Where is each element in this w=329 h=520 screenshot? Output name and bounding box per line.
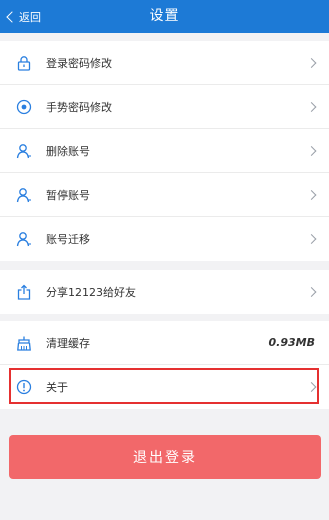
logout-button[interactable]: 退出登录 <box>9 435 321 479</box>
user-icon <box>15 142 33 160</box>
user-icon <box>15 230 33 248</box>
row-label: 删除账号 <box>46 144 90 158</box>
security-settings-group: 登录密码修改 手势密码修改 删除账号 暂停账号 账号迁移 <box>0 41 329 261</box>
chevron-right-icon <box>306 234 317 244</box>
row-pause-account[interactable]: 暂停账号 <box>0 173 329 217</box>
chevron-right-icon <box>306 101 317 112</box>
row-share-app[interactable]: 分享12123给好友 <box>0 270 329 314</box>
row-clear-cache[interactable]: 清理缓存 0.93MB <box>0 321 329 365</box>
row-login-password-change[interactable]: 登录密码修改 <box>0 41 329 85</box>
share-group: 分享12123给好友 <box>0 270 329 314</box>
about-highlight-box <box>9 368 319 404</box>
chevron-right-icon <box>306 145 317 156</box>
lock-icon <box>15 54 33 72</box>
row-label: 手势密码修改 <box>46 100 112 114</box>
title-bar: 返回 设置 <box>0 0 329 33</box>
page-title: 设置 <box>149 8 180 24</box>
row-label: 登录密码修改 <box>46 56 112 70</box>
chevron-right-icon <box>306 189 317 200</box>
cache-size-value: 0.93MB <box>268 336 315 349</box>
row-label: 分享12123给好友 <box>46 286 136 299</box>
row-label: 暂停账号 <box>46 188 90 202</box>
row-label: 账号迁移 <box>46 233 90 246</box>
row-account-migration[interactable]: 账号迁移 <box>0 217 329 261</box>
broom-icon <box>15 334 33 352</box>
chevron-right-icon <box>306 57 317 68</box>
chevron-right-icon <box>306 287 317 297</box>
row-delete-account[interactable]: 删除账号 <box>0 129 329 173</box>
share-icon <box>15 283 33 301</box>
user-icon <box>15 186 33 204</box>
row-gesture-password-change[interactable]: 手势密码修改 <box>0 85 329 129</box>
gesture-dot-icon <box>15 98 33 116</box>
row-label: 清理缓存 <box>46 336 90 350</box>
